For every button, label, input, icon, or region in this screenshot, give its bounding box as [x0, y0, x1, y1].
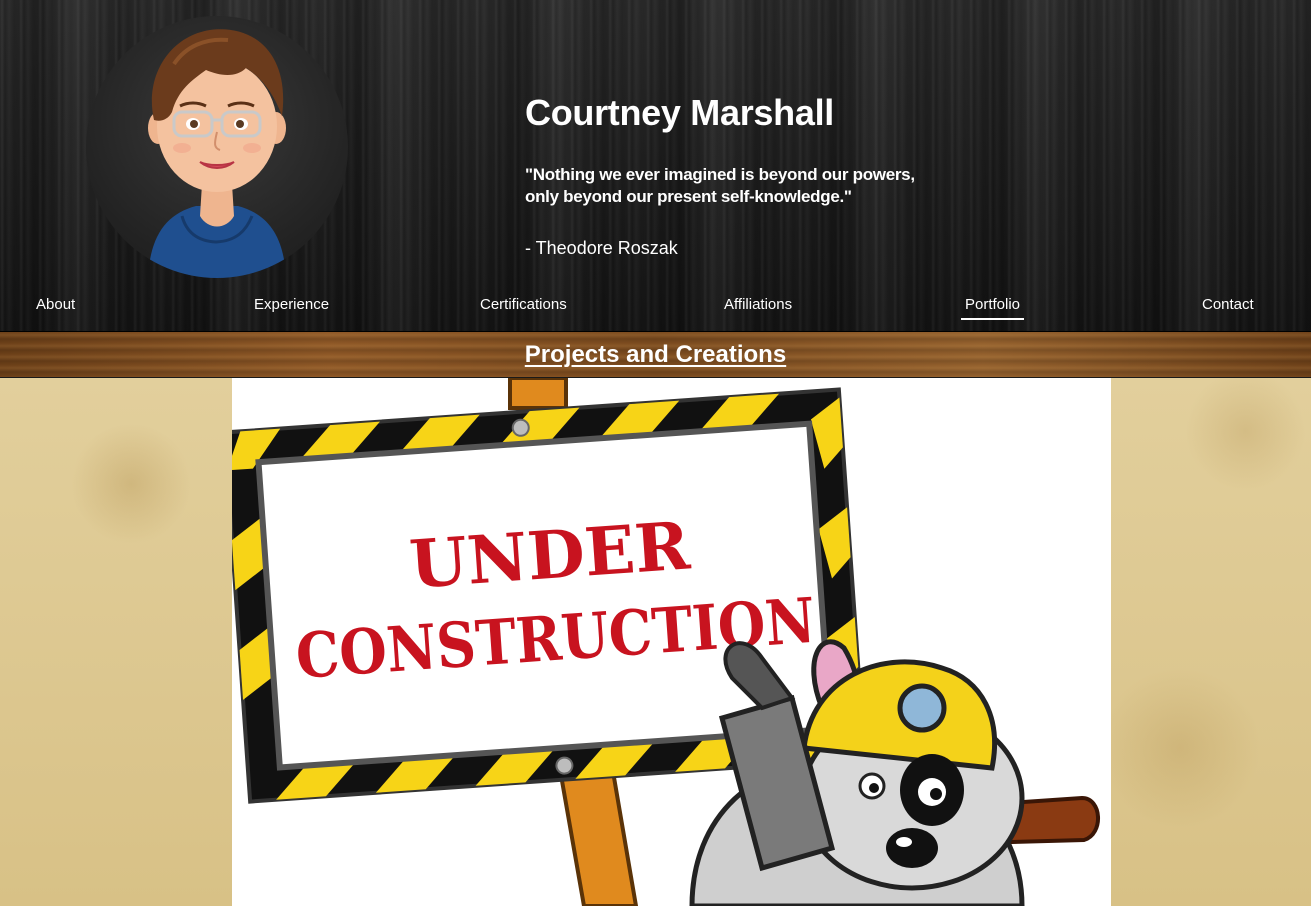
dog-mascot-icon	[689, 639, 1100, 906]
main-content: UNDER CONSTRUCTION	[0, 378, 1311, 906]
under-construction-image: UNDER CONSTRUCTION	[232, 378, 1111, 906]
quote-text: "Nothing we ever imagined is beyond our …	[525, 165, 915, 206]
nav-item-experience[interactable]: Experience	[250, 292, 333, 318]
page-title: Courtney Marshall	[525, 92, 834, 133]
section-title[interactable]: Projects and Creations	[525, 341, 786, 369]
site-header: Courtney Marshall "Nothing we ever imagi…	[0, 0, 1311, 332]
avatar	[86, 16, 348, 278]
section-header: Projects and Creations	[0, 332, 1311, 378]
nav-item-about[interactable]: About	[32, 292, 79, 318]
nav-item-portfolio[interactable]: Portfolio	[961, 292, 1025, 320]
under-construction-sign-dog-icon: UNDER CONSTRUCTION	[232, 378, 1100, 906]
main-nav: About Experience Certifications Affiliat…	[0, 292, 1311, 322]
nav-item-contact[interactable]: Contact	[1198, 292, 1258, 318]
cartoon-woman-avatar-icon	[148, 29, 286, 278]
nav-item-affiliations[interactable]: Affiliations	[720, 292, 796, 318]
nav-item-certifications[interactable]: Certifications	[476, 292, 571, 318]
quote-author: - Theodore Roszak	[525, 238, 678, 258]
